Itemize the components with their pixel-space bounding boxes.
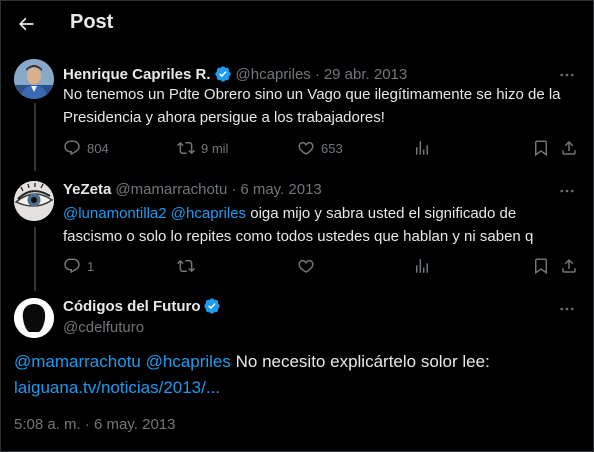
reply-count: 804 <box>87 140 109 156</box>
tweet-body: No necesito explicártelo solor lee: <box>230 352 490 371</box>
verified-badge-icon <box>214 65 232 83</box>
share-button[interactable] <box>560 256 578 276</box>
timestamp[interactable]: 6 may. 2013 <box>240 181 321 198</box>
share-button[interactable] <box>560 138 578 158</box>
handle[interactable]: @hcapriles <box>236 66 311 83</box>
tweet-actions: 1 <box>63 256 583 276</box>
tweet-text: @lunamontilla2 @hcapriles oiga mijo y sa… <box>63 202 579 248</box>
url-link[interactable]: laiguana.tv/noticias/2013/... <box>14 378 220 397</box>
bookmark-button[interactable] <box>532 138 550 158</box>
mention-link[interactable]: @mamarrachotu <box>14 352 141 371</box>
thread-line <box>34 227 36 291</box>
like-button[interactable]: 653 <box>297 138 343 158</box>
reply-icon <box>64 258 80 274</box>
heart-icon <box>298 259 314 273</box>
heart-icon <box>298 141 314 155</box>
retweet-button[interactable] <box>177 256 195 276</box>
like-count: 653 <box>321 140 343 156</box>
retweet-icon <box>177 141 195 155</box>
more-icon <box>560 189 574 193</box>
mention-link[interactable]: @hcapriles <box>146 352 231 371</box>
tweet-text: @mamarrachotu @hcapriles No necesito exp… <box>14 349 584 401</box>
more-icon <box>560 307 574 311</box>
header: Post <box>1 1 594 49</box>
avatar[interactable] <box>14 59 54 99</box>
tweet-header: YeZeta @mamarrachotu · 6 may. 2013 <box>63 181 322 198</box>
timestamp[interactable]: 29 abr. 2013 <box>324 66 407 83</box>
views-button[interactable] <box>413 256 431 276</box>
tweet-actions: 804 9 mil 653 <box>63 138 583 158</box>
verified-badge-icon <box>203 297 221 315</box>
retweet-count: 9 mil <box>201 140 229 156</box>
thread-line <box>34 103 36 171</box>
retweet-icon <box>177 259 195 273</box>
reply-icon <box>64 140 80 156</box>
reply-button[interactable]: 1 <box>63 256 94 276</box>
back-button[interactable] <box>9 7 43 41</box>
like-button[interactable] <box>297 256 315 276</box>
reply-button[interactable]: 804 <box>63 138 109 158</box>
share-icon <box>562 140 576 155</box>
arrow-left-icon <box>18 17 34 31</box>
share-icon <box>562 258 576 273</box>
avatar[interactable] <box>14 181 54 221</box>
more-options-button[interactable] <box>557 65 577 85</box>
more-options-button[interactable] <box>557 181 577 201</box>
bookmark-icon <box>535 140 547 157</box>
reply-count: 1 <box>87 258 95 274</box>
analytics-icon <box>416 141 428 155</box>
page-title: Post <box>70 11 114 33</box>
display-name[interactable]: YeZeta <box>63 181 111 198</box>
tweet-timestamp[interactable]: 5:08 a. m. · 6 may. 2013 <box>14 416 175 433</box>
post-view: Post Henrique Capriles R. @hcapriles · 2… <box>0 0 594 452</box>
display-name[interactable]: Códigos del Futuro <box>63 298 200 315</box>
mention-link[interactable]: @lunamontilla2 <box>63 205 167 222</box>
handle[interactable]: @mamarrachotu <box>115 181 227 198</box>
display-name[interactable]: Henrique Capriles R. <box>63 66 211 83</box>
bookmark-icon <box>535 258 547 275</box>
retweet-button[interactable]: 9 mil <box>177 138 228 158</box>
bookmark-button[interactable] <box>532 256 550 276</box>
avatar[interactable] <box>14 298 54 338</box>
analytics-icon <box>416 259 428 273</box>
more-options-button[interactable] <box>557 299 577 319</box>
tweet-header: Henrique Capriles R. @hcapriles · 29 abr… <box>63 65 408 83</box>
more-icon <box>560 73 574 77</box>
views-button[interactable] <box>413 138 431 158</box>
mention-link[interactable]: @hcapriles <box>171 205 246 222</box>
tweet-header: Códigos del Futuro <box>63 297 221 315</box>
handle[interactable]: @cdelfuturo <box>63 319 144 336</box>
tweet-text: No tenemos un Pdte Obrero sino un Vago q… <box>63 86 561 126</box>
